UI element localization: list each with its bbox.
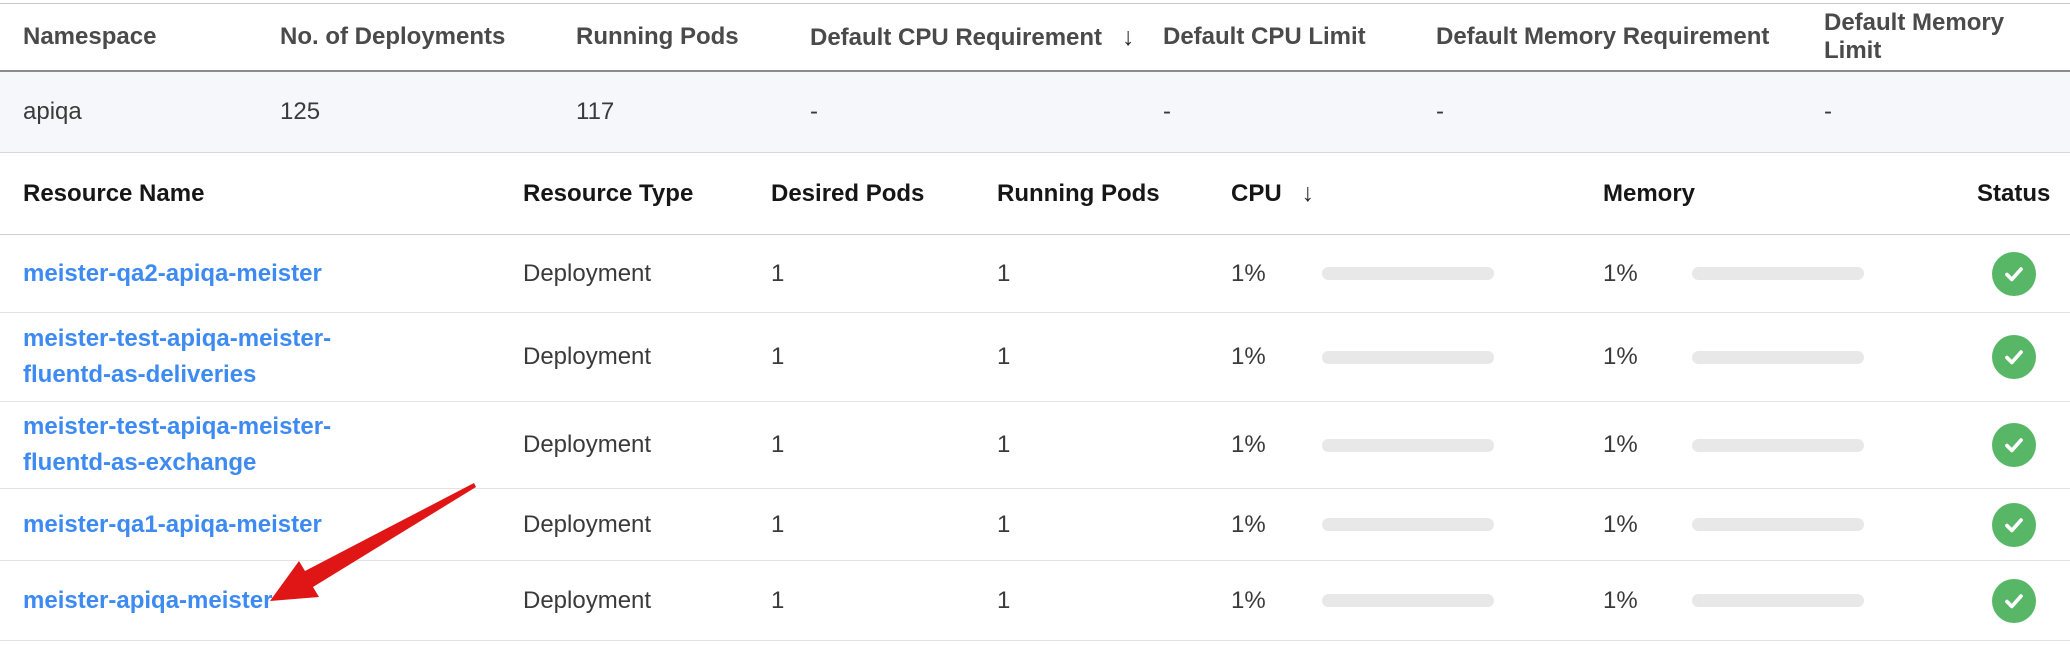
cpu-progress-bar	[1322, 351, 1494, 364]
cpu-percent: 1%	[1231, 511, 1322, 539]
resource-row: meister-qa2-apiqa-meister Deployment 1 1…	[0, 235, 2070, 313]
cpu-percent: 1%	[1231, 343, 1322, 371]
col-header-deployments[interactable]: No. of Deployments	[280, 23, 576, 51]
namespace-default-cpu-limit: -	[1163, 98, 1436, 126]
memory-progress-bar	[1692, 439, 1864, 452]
memory-percent: 1%	[1603, 511, 1692, 539]
cpu-progress-bar	[1322, 439, 1494, 452]
namespace-name: apiqa	[0, 98, 280, 126]
resource-type: Deployment	[523, 260, 771, 288]
col-header-default-cpu-requirement[interactable]: Default CPU Requirement↓	[810, 23, 1163, 52]
resource-link[interactable]: meister-qa1-apiqa-meister	[23, 507, 395, 543]
resources-table-header: Resource Name Resource Type Desired Pods…	[0, 153, 2070, 235]
cpu-progress-bar	[1322, 518, 1494, 531]
resource-type: Deployment	[523, 343, 771, 371]
col-header-default-memory-requirement[interactable]: Default Memory Requirement	[1436, 23, 1824, 51]
cpu-percent: 1%	[1231, 431, 1322, 459]
status-healthy-icon	[1992, 503, 2036, 547]
sort-descending-icon[interactable]: ↓	[1122, 23, 1135, 52]
desired-pods-value: 1	[771, 260, 997, 288]
resource-type: Deployment	[523, 511, 771, 539]
status-healthy-icon	[1992, 423, 2036, 467]
resource-type: Deployment	[523, 587, 771, 615]
running-pods-value: 1	[997, 511, 1231, 539]
desired-pods-value: 1	[771, 431, 997, 459]
resource-row: meister-test-apiqa-meister-fluentd-as-ex…	[0, 402, 2070, 489]
running-pods-value: 1	[997, 587, 1231, 615]
cpu-progress-bar	[1322, 594, 1494, 607]
sort-descending-icon[interactable]: ↓	[1302, 179, 1315, 208]
resource-link[interactable]: meister-qa2-apiqa-meister	[23, 256, 395, 292]
memory-percent: 1%	[1603, 343, 1692, 371]
col-header-running-pods-2[interactable]: Running Pods	[997, 180, 1231, 208]
namespace-details-page: Namespace No. of Deployments Running Pod…	[0, 3, 2070, 645]
col-header-cpu[interactable]: CPU↓	[1231, 179, 1603, 208]
namespace-running-pods-count: 117	[576, 98, 810, 126]
desired-pods-value: 1	[771, 511, 997, 539]
col-header-default-cpu-limit[interactable]: Default CPU Limit	[1163, 23, 1436, 51]
namespace-default-memory-limit: -	[1824, 98, 2050, 126]
memory-percent: 1%	[1603, 260, 1692, 288]
namespace-row-apiqa[interactable]: apiqa 125 117 - - - -	[0, 72, 2070, 153]
resource-link[interactable]: meister-test-apiqa-meister-fluentd-as-de…	[23, 321, 395, 393]
resources-rows: meister-qa2-apiqa-meister Deployment 1 1…	[0, 235, 2070, 641]
namespace-table-header: Namespace No. of Deployments Running Pod…	[0, 3, 2070, 72]
col-header-resource-type[interactable]: Resource Type	[523, 180, 771, 208]
desired-pods-value: 1	[771, 343, 997, 371]
resource-row: meister-apiqa-meister Deployment 1 1 1% …	[0, 561, 2070, 641]
cpu-progress-bar	[1322, 267, 1494, 280]
cpu-percent: 1%	[1231, 587, 1322, 615]
cpu-percent: 1%	[1231, 260, 1322, 288]
col-header-status[interactable]: Status	[1977, 180, 2050, 208]
running-pods-value: 1	[997, 431, 1231, 459]
col-header-namespace[interactable]: Namespace	[0, 23, 280, 51]
running-pods-value: 1	[997, 343, 1231, 371]
col-header-running-pods[interactable]: Running Pods	[576, 23, 810, 51]
col-header-desired-pods[interactable]: Desired Pods	[771, 180, 997, 208]
col-header-resource-name[interactable]: Resource Name	[0, 180, 523, 208]
resource-link[interactable]: meister-apiqa-meister	[23, 583, 395, 619]
status-healthy-icon	[1992, 252, 2036, 296]
resource-row: meister-test-apiqa-meister-fluentd-as-de…	[0, 313, 2070, 402]
status-healthy-icon	[1992, 335, 2036, 379]
resource-row: meister-qa1-apiqa-meister Deployment 1 1…	[0, 489, 2070, 561]
memory-progress-bar	[1692, 267, 1864, 280]
col-header-memory[interactable]: Memory	[1603, 180, 1977, 208]
memory-percent: 1%	[1603, 587, 1692, 615]
col-header-default-memory-limit[interactable]: Default Memory Limit	[1824, 9, 2050, 65]
memory-progress-bar	[1692, 594, 1864, 607]
resource-type: Deployment	[523, 431, 771, 459]
namespace-deployments-count: 125	[280, 98, 576, 126]
resource-link[interactable]: meister-test-apiqa-meister-fluentd-as-ex…	[23, 409, 395, 481]
namespace-default-memory-requirement: -	[1436, 98, 1824, 126]
desired-pods-value: 1	[771, 587, 997, 615]
status-healthy-icon	[1992, 579, 2036, 623]
memory-progress-bar	[1692, 351, 1864, 364]
memory-percent: 1%	[1603, 431, 1692, 459]
namespace-default-cpu-requirement: -	[810, 98, 1163, 126]
running-pods-value: 1	[997, 260, 1231, 288]
memory-progress-bar	[1692, 518, 1864, 531]
